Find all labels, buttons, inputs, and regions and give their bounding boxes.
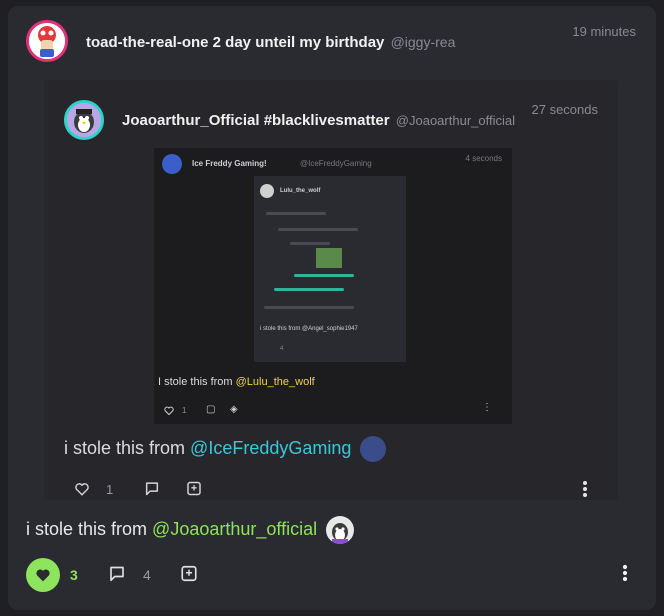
image-username: Ice Freddy Gaming! [192,159,267,168]
more-options-icon[interactable] [622,564,628,582]
image-caption: I stole this from @Lulu_the_wolf [158,376,315,388]
embed-handle[interactable]: @Joaoarthur_official [396,113,515,128]
post-caption-text: i stole this from [26,518,153,539]
image-timestamp: 4 seconds [465,154,502,163]
post-card: toad-the-real-one 2 day unteil my birthd… [8,6,656,610]
post-caption: i stole this from @Joaoarthur_official [26,516,355,544]
embed-timestamp: 27 seconds [531,102,599,117]
comment-icon[interactable] [108,565,126,582]
image-caption-mention: @Lulu_the_wolf [235,376,315,388]
embedded-screenshot-image[interactable]: Ice Freddy Gaming! @IceFreddyGaming 4 se… [154,148,512,424]
like-count: 3 [70,567,78,583]
embed-caption-text: i stole this from [64,437,191,458]
embed-avatar[interactable] [64,100,104,140]
nested-thumbnail [316,248,342,268]
lulu-avatar-icon [260,184,274,198]
penguin-emoji-icon [326,516,355,544]
like-button[interactable] [26,558,60,592]
ice-freddy-avatar-icon [162,154,182,174]
embed-heart-icon[interactable] [74,482,90,496]
embed-header: Joaoarthur_Official #blacklivesmatter @J… [122,112,515,129]
embed-caption: i stole this from @IceFreddyGaming [64,436,387,462]
nested-caption: i stole this from @Angel_sophie1947 [260,326,358,332]
image-heart-icon [164,406,174,415]
embed-repost-icon[interactable] [186,481,202,496]
image-comment-icon: ▢ [206,404,216,415]
repost-icon[interactable] [180,565,198,582]
image-more-icon: ⋮ [482,402,492,413]
post-action-bar: 3 4 [26,556,640,592]
embedded-post[interactable]: Joaoarthur_Official #blacklivesmatter @J… [44,80,618,500]
image-handle: @IceFreddyGaming [300,159,372,168]
image-caption-text: I stole this from [158,376,236,388]
comment-count: 4 [143,567,151,583]
post-caption-mention[interactable]: @Joaoarthur_official [152,519,317,539]
embed-comment-icon[interactable] [144,481,160,496]
post-username[interactable]: toad-the-real-one 2 day unteil my birthd… [86,34,384,51]
toad-avatar-icon [29,23,65,59]
embed-more-icon[interactable] [582,480,588,498]
image-repost-icon: ◈ [230,404,238,415]
embed-like-count: 1 [106,482,114,497]
post-header: toad-the-real-one 2 day unteil my birthd… [86,34,455,51]
penguin-avatar-icon [67,103,101,137]
image-like-count: 1 [182,406,187,415]
embed-caption-mention[interactable]: @IceFreddyGaming [190,438,351,458]
avatar[interactable] [26,20,68,62]
nested-screenshot: Lulu_the_wolf i stole this from @Angel_s… [254,176,406,362]
nested-like-count: 4 [280,346,284,352]
embed-action-bar: 1 [44,478,618,500]
ice-freddy-emoji-icon [360,436,387,462]
heart-icon [36,569,50,582]
embed-username[interactable]: Joaoarthur_Official #blacklivesmatter [122,112,390,129]
post-handle[interactable]: @iggy-rea [391,34,456,50]
nested-username: Lulu_the_wolf [280,188,321,194]
post-timestamp: 19 minutes [572,24,636,39]
